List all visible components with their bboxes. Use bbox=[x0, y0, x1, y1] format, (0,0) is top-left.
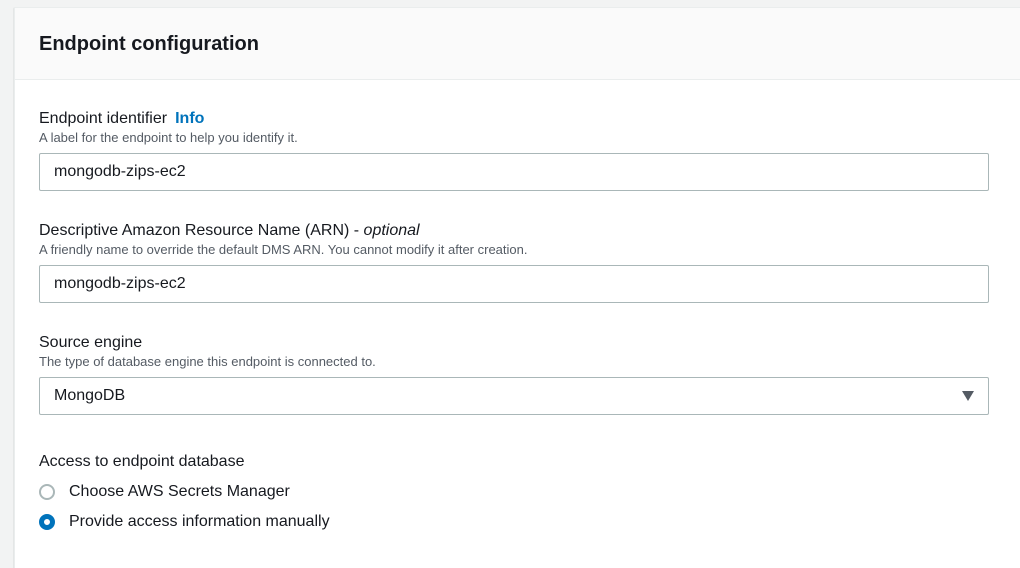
source-engine-selected-value: MongoDB bbox=[54, 387, 126, 404]
endpoint-configuration-panel: Endpoint configuration Endpoint identifi… bbox=[14, 7, 1020, 568]
caret-down-icon bbox=[962, 391, 974, 401]
radio-option-secrets-manager[interactable]: Choose AWS Secrets Manager bbox=[39, 477, 989, 507]
endpoint-identifier-input[interactable]: mongodb-zips-ec2 bbox=[39, 153, 989, 191]
radio-option-manual[interactable]: Provide access information manually bbox=[39, 507, 989, 537]
source-engine-description: The type of database engine this endpoin… bbox=[39, 354, 376, 369]
access-radio-group: Choose AWS Secrets Manager Provide acces… bbox=[39, 477, 989, 537]
endpoint-identifier-label: Endpoint identifier bbox=[39, 110, 168, 127]
source-engine-select[interactable]: MongoDB bbox=[39, 377, 989, 415]
radio-option-label: Choose AWS Secrets Manager bbox=[69, 483, 290, 500]
panel-header: Endpoint configuration bbox=[15, 8, 1020, 80]
arn-description: A friendly name to override the default … bbox=[39, 242, 528, 257]
arn-field: Descriptive Amazon Resource Name (ARN) -… bbox=[39, 221, 989, 303]
source-engine-field: Source engine The type of database engin… bbox=[39, 333, 989, 415]
radio-option-label: Provide access information manually bbox=[69, 513, 330, 530]
access-field: Access to endpoint database Choose AWS S… bbox=[39, 452, 989, 537]
source-engine-label: Source engine bbox=[39, 334, 143, 351]
radio-checked-icon[interactable] bbox=[39, 514, 55, 530]
endpoint-identifier-label-row: Endpoint identifier Info bbox=[39, 109, 989, 129]
radio-unchecked-icon[interactable] bbox=[39, 484, 55, 500]
arn-label: Descriptive Amazon Resource Name (ARN) - bbox=[39, 222, 360, 239]
arn-label-row: Descriptive Amazon Resource Name (ARN) -… bbox=[39, 221, 989, 241]
panel-title: Endpoint configuration bbox=[39, 33, 259, 55]
arn-input[interactable]: mongodb-zips-ec2 bbox=[39, 265, 989, 303]
arn-optional-label: optional bbox=[363, 222, 420, 239]
access-label: Access to endpoint database bbox=[39, 453, 245, 470]
info-link[interactable]: Info bbox=[175, 110, 204, 127]
endpoint-identifier-description: A label for the endpoint to help you ide… bbox=[39, 130, 298, 145]
endpoint-identifier-field: Endpoint identifier Info A label for the … bbox=[39, 109, 989, 191]
